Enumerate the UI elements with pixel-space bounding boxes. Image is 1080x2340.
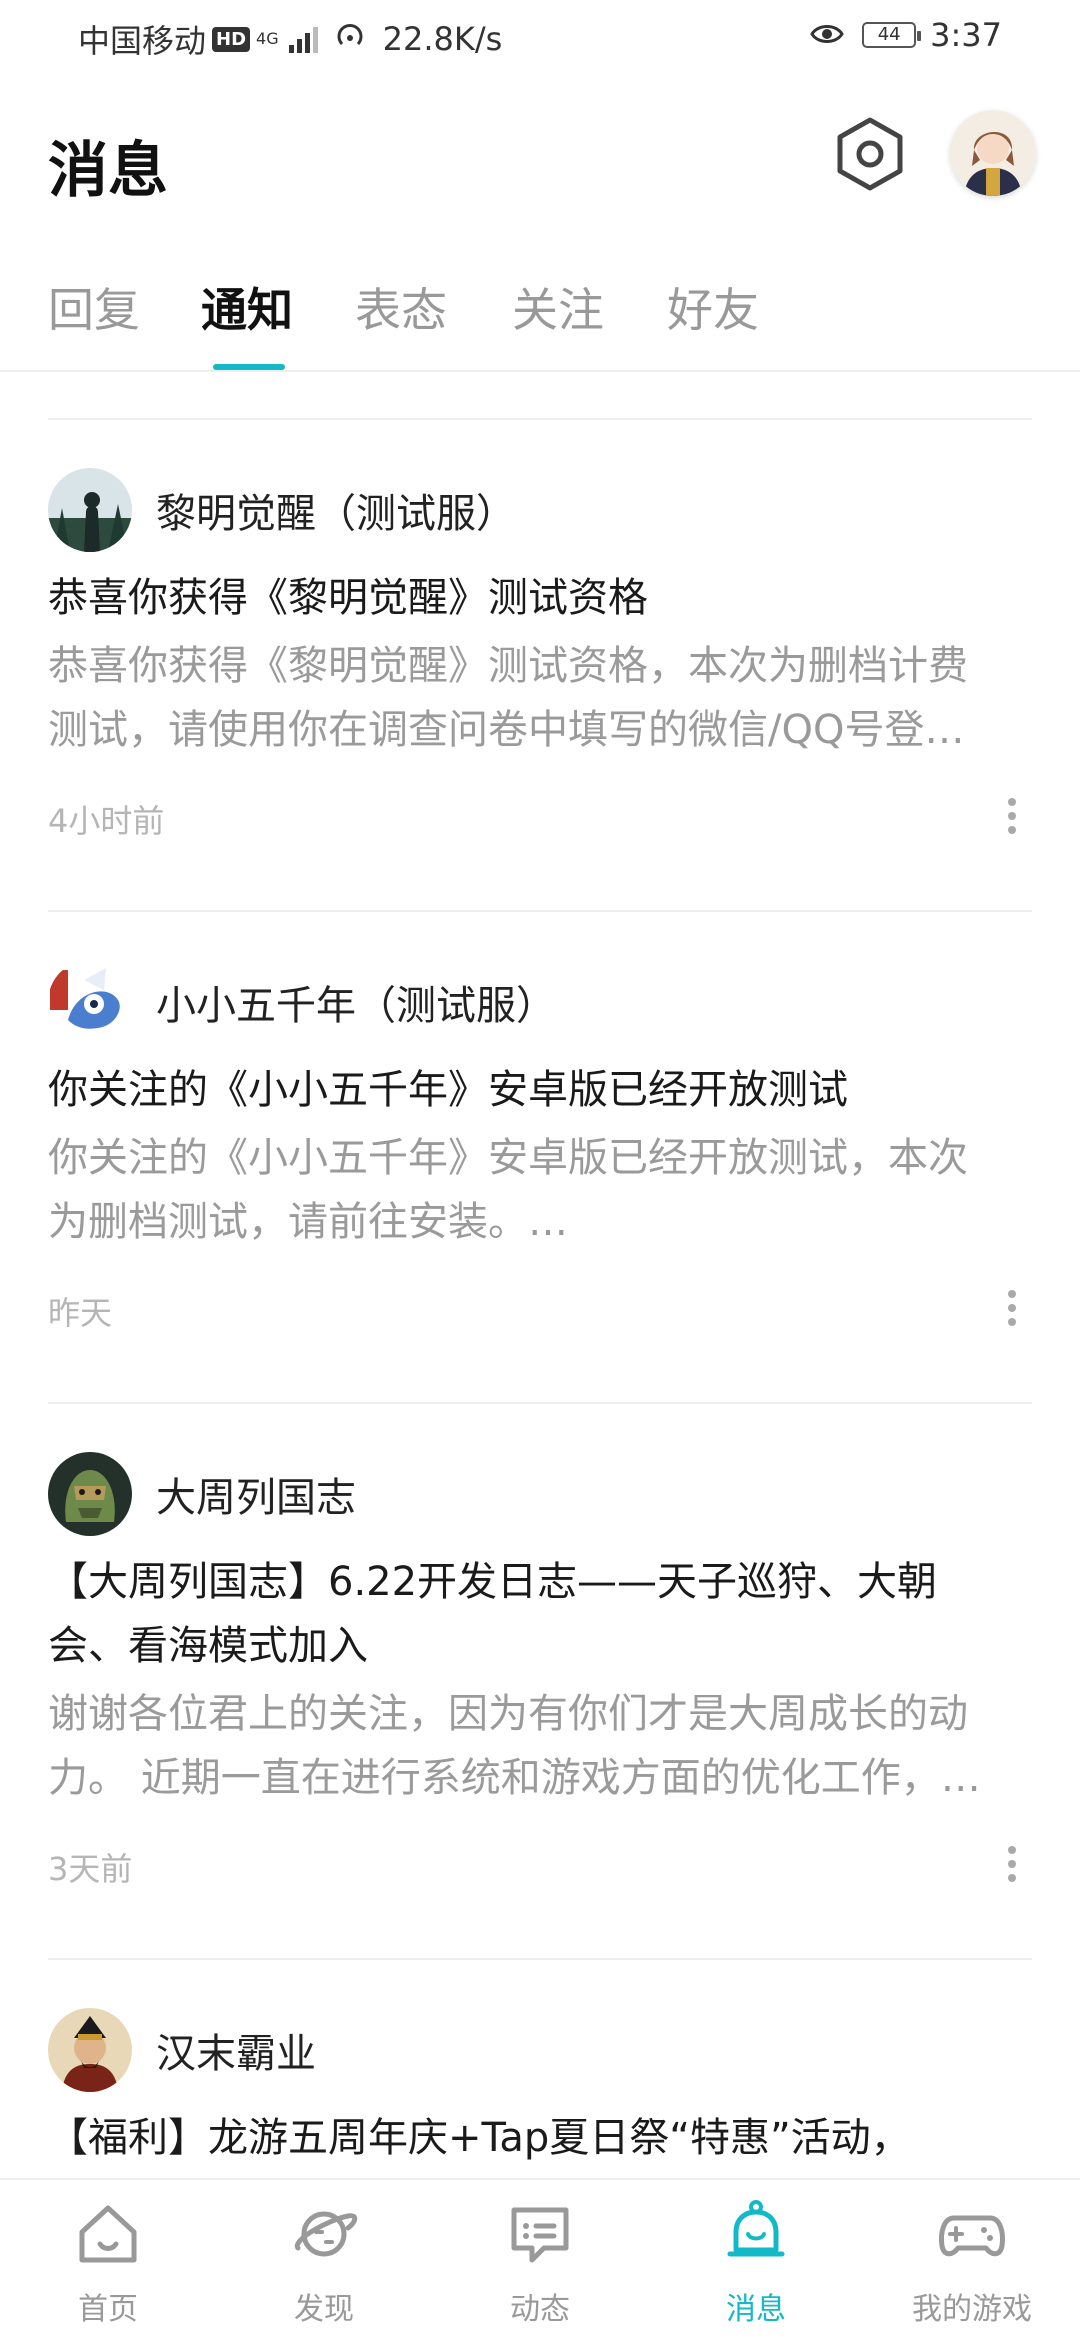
game-avatar[interactable]	[48, 2008, 132, 2092]
card-source-name: 汉末霸业	[156, 2031, 316, 2077]
clock: 3:37	[930, 16, 1002, 54]
nav-my-games[interactable]: 我的游戏	[864, 2180, 1080, 2340]
hexagon-settings-icon	[837, 117, 903, 191]
status-right: 44 3:37	[810, 16, 1002, 54]
avatar-icon	[950, 110, 1036, 196]
eye-icon	[810, 16, 844, 54]
gamepad-icon	[939, 2215, 1005, 2257]
network-speed: 22.8K/s	[382, 20, 503, 58]
game-avatar[interactable]	[48, 468, 132, 552]
status-left: 中国移动 HD 4G 22.8K/s	[78, 16, 502, 62]
settings-button[interactable]	[830, 114, 910, 194]
home-icon	[79, 2205, 137, 2263]
bottom-navigation: 首页 发现 动态 消息 我的游戏	[0, 2178, 1080, 2340]
card-title-line: 【大周列国志】6.22开发日志——天子巡狩、大朝	[48, 1559, 938, 1605]
card-title: 恭喜你获得《黎明觉醒》测试资格	[48, 575, 648, 621]
card-body-line: 恭喜你获得《黎明觉醒》测试资格，本次为删档计费	[48, 643, 968, 689]
game-logo-icon	[48, 960, 132, 1044]
nav-label: 消息	[726, 2292, 786, 2327]
carrier-label: 中国移动	[78, 22, 207, 60]
more-options-icon[interactable]	[992, 786, 1032, 846]
card-header: 小小五千年（测试服）	[48, 960, 556, 1044]
card-timestamp: 3天前	[48, 1850, 133, 1888]
page-title: 消息	[48, 136, 168, 206]
game-logo-icon	[48, 468, 132, 552]
card-body-line: 力。 近期一直在进行系统和游戏方面的优化工作，…	[48, 1755, 981, 1801]
more-options-icon[interactable]	[992, 1278, 1032, 1338]
tab-notifications[interactable]: 通知	[201, 274, 293, 354]
hotspot-icon	[333, 20, 367, 58]
tab-reactions[interactable]: 表态	[355, 274, 447, 354]
card-source-name: 黎明觉醒（测试服）	[156, 491, 516, 537]
card-timestamp: 4小时前	[48, 802, 165, 840]
signal-icon	[288, 25, 321, 53]
nav-home[interactable]: 首页	[0, 2180, 216, 2340]
card-header: 大周列国志	[48, 1452, 356, 1536]
status-bar: 中国移动 HD 4G 22.8K/s 44 3:37	[0, 0, 1080, 72]
user-avatar[interactable]	[950, 110, 1036, 196]
nav-messages[interactable]: 消息	[648, 2180, 864, 2340]
tab-bar: 回复 通知 表态 关注 好友	[0, 262, 1080, 372]
card-body-line: 谢谢各位君上的关注，因为有你们才是大周成长的动	[48, 1691, 968, 1737]
game-logo-icon	[48, 2008, 132, 2092]
active-tab-indicator	[213, 364, 285, 370]
message-board-icon	[511, 2207, 569, 2263]
nav-feed[interactable]: 动态	[432, 2180, 648, 2340]
nav-label: 我的游戏	[912, 2292, 1032, 2327]
notification-list: 黎明觉醒（测试服） 恭喜你获得《黎明觉醒》测试资格 恭喜你获得《黎明觉醒》测试资…	[48, 374, 1032, 2178]
game-avatar[interactable]	[48, 960, 132, 1044]
bell-icon	[727, 2200, 785, 2257]
card-source-name: 小小五千年（测试服）	[156, 983, 556, 1029]
nav-label: 发现	[294, 2292, 354, 2327]
notification-card[interactable]: 大周列国志 【大周列国志】6.22开发日志——天子巡狩、大朝 会、看海模式加入 …	[48, 1402, 1032, 1958]
card-timestamp: 昨天	[48, 1294, 113, 1332]
card-body-line: 为删档测试，请前往安装。…	[48, 1199, 568, 1245]
card-source-name: 大周列国志	[156, 1475, 356, 1521]
network-type: 4G	[256, 29, 279, 48]
nav-label: 首页	[78, 2292, 138, 2327]
notification-card[interactable]: 汉末霸业 【福利】龙游五周年庆+Tap夏日祭“特惠”活动，	[48, 1958, 1032, 2178]
nav-discover[interactable]: 发现	[216, 2180, 432, 2340]
card-header: 汉末霸业	[48, 2008, 316, 2092]
notification-card[interactable]: 黎明觉醒（测试服） 恭喜你获得《黎明觉醒》测试资格 恭喜你获得《黎明觉醒》测试资…	[48, 418, 1032, 910]
notification-card[interactable]: 小小五千年（测试服） 你关注的《小小五千年》安卓版已经开放测试 你关注的《小小五…	[48, 910, 1032, 1402]
card-body-line: 你关注的《小小五千年》安卓版已经开放测试，本次	[48, 1135, 968, 1181]
tab-replies[interactable]: 回复	[48, 274, 140, 354]
tab-follow[interactable]: 关注	[512, 274, 604, 354]
more-options-icon[interactable]	[992, 1834, 1032, 1894]
card-title-line: 会、看海模式加入	[48, 1623, 368, 1669]
game-avatar[interactable]	[48, 1452, 132, 1536]
card-body-line: 测试，请使用你在调查问卷中填写的微信/QQ号登…	[48, 707, 965, 753]
game-logo-icon	[48, 1452, 132, 1536]
header: 消息	[0, 72, 1080, 242]
card-header: 黎明觉醒（测试服）	[48, 468, 516, 552]
planet-icon	[294, 2211, 358, 2257]
tab-friends[interactable]: 好友	[667, 274, 759, 354]
battery-icon: 44	[862, 22, 922, 48]
card-title: 【福利】龙游五周年庆+Tap夏日祭“特惠”活动，	[48, 2115, 911, 2161]
nav-label: 动态	[510, 2292, 570, 2327]
hd-badge: HD	[212, 26, 251, 52]
card-title: 你关注的《小小五千年》安卓版已经开放测试	[48, 1067, 848, 1113]
